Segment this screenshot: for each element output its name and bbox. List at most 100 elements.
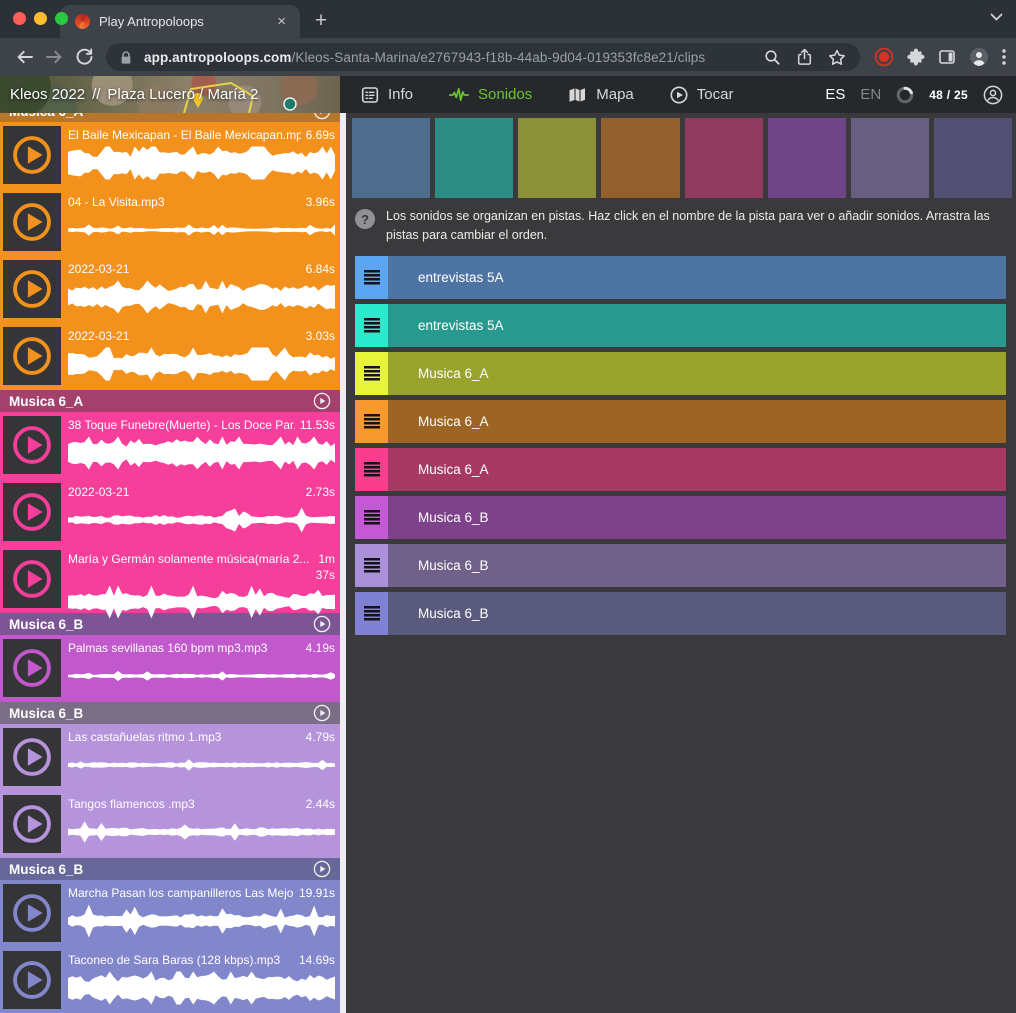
tab-info[interactable]: Info <box>361 86 413 104</box>
section-play-icon[interactable] <box>313 392 331 410</box>
audio-clip[interactable]: 2022-03-21 6.84s <box>0 256 340 323</box>
track-drag-handle[interactable] <box>355 352 388 395</box>
clip-play-tile[interactable] <box>3 884 61 942</box>
clip-header: 2022-03-21 6.84s <box>68 262 335 278</box>
close-tab-icon[interactable]: × <box>273 12 290 31</box>
section-play-icon[interactable] <box>313 860 331 878</box>
track-drag-handle[interactable] <box>355 304 388 347</box>
audio-clip[interactable]: María y Germán solamente música(maría 2.… <box>0 546 340 613</box>
track-name-bar[interactable]: Musica 6_A <box>388 352 1006 395</box>
audio-clip[interactable]: Taconeo de Sara Baras (128 kbps).mp3 14.… <box>0 947 340 1013</box>
clip-play-icon[interactable] <box>10 423 54 467</box>
audio-clip[interactable]: Las castañuelas ritmo 1.mp3 4.79s <box>0 724 340 791</box>
clip-play-icon[interactable] <box>10 200 54 244</box>
clip-play-icon[interactable] <box>10 802 54 846</box>
audio-clip[interactable]: Tangos flamencos .mp3 2.44s <box>0 791 340 858</box>
section-play-icon[interactable] <box>313 704 331 722</box>
clip-play-tile[interactable] <box>3 260 61 318</box>
track-name-bar[interactable]: Musica 6_A <box>388 448 1006 491</box>
profile-avatar-icon[interactable] <box>969 47 989 67</box>
extensions-puzzle-icon[interactable] <box>907 48 925 66</box>
clip-play-icon[interactable] <box>10 133 54 177</box>
clip-header: 2022-03-21 3.03s <box>68 329 335 345</box>
account-icon[interactable] <box>983 85 1003 105</box>
section-header[interactable]: Musica 6_A <box>0 390 340 412</box>
forward-icon[interactable] <box>40 43 68 71</box>
bookmark-star-icon[interactable] <box>828 49 846 66</box>
clip-play-icon[interactable] <box>10 490 54 534</box>
track-drag-handle[interactable] <box>355 400 388 443</box>
track-color-swatch[interactable] <box>518 118 596 198</box>
clip-play-icon[interactable] <box>10 557 54 601</box>
new-tab-button[interactable]: + <box>306 6 336 36</box>
side-panel-icon[interactable] <box>938 48 956 66</box>
language-en[interactable]: EN <box>860 86 881 103</box>
clip-play-icon[interactable] <box>10 267 54 311</box>
track-name-bar[interactable]: Musica 6_B <box>388 496 1006 539</box>
section-play-icon[interactable] <box>313 113 331 120</box>
page-zoom-icon[interactable] <box>764 49 781 66</box>
track-color-swatch[interactable] <box>768 118 846 198</box>
reload-icon[interactable] <box>70 43 98 71</box>
section-header[interactable]: Musica 6_B <box>0 702 340 724</box>
track-drag-handle[interactable] <box>355 544 388 587</box>
clip-play-tile[interactable] <box>3 639 61 697</box>
track-drag-handle[interactable] <box>355 448 388 491</box>
audio-clip[interactable]: 2022-03-21 3.03s <box>0 323 340 390</box>
breadcrumb-project[interactable]: Kleos 2022 <box>10 86 85 103</box>
audio-clip[interactable]: Marcha Pasan los campanilleros Las Mejor… <box>0 880 340 947</box>
clip-play-tile[interactable] <box>3 795 61 853</box>
tab-tocar[interactable]: Tocar <box>670 86 734 104</box>
track-drag-handle[interactable] <box>355 496 388 539</box>
minimize-window-button[interactable] <box>34 12 47 25</box>
audio-clip[interactable]: 38 Toque Funebre(Muerte) - Los Doce Par.… <box>0 412 340 479</box>
clip-play-tile[interactable] <box>3 193 61 251</box>
clip-play-icon[interactable] <box>10 958 54 1002</box>
clip-play-tile[interactable] <box>3 327 61 385</box>
track-color-swatch[interactable] <box>601 118 679 198</box>
share-icon[interactable] <box>796 48 813 66</box>
section-header[interactable]: Musica 6_B <box>0 858 340 880</box>
clip-play-tile[interactable] <box>3 416 61 474</box>
audio-clip[interactable]: Palmas sevillanas 160 bpm mp3.mp3 4.19s <box>0 635 340 702</box>
tab-sonidos[interactable]: Sonidos <box>449 86 532 104</box>
track-name-bar[interactable]: Musica 6_B <box>388 544 1006 587</box>
track-color-swatch[interactable] <box>685 118 763 198</box>
section-header[interactable]: Musica 6_A <box>0 113 340 122</box>
clip-play-tile[interactable] <box>3 483 61 541</box>
close-window-button[interactable] <box>13 12 26 25</box>
clip-play-icon[interactable] <box>10 646 54 690</box>
track-color-swatch[interactable] <box>352 118 430 198</box>
audio-clip[interactable]: El Baile Mexicapan - El Baile Mexicapan.… <box>0 122 340 189</box>
clip-play-tile[interactable] <box>3 126 61 184</box>
track-color-swatch[interactable] <box>435 118 513 198</box>
clip-play-tile[interactable] <box>3 550 61 608</box>
zoom-window-button[interactable] <box>55 12 68 25</box>
track-color-swatch[interactable] <box>934 118 1012 198</box>
clips-sidebar: Musica 6_A El Baile Mexicapan - El Baile… <box>0 113 340 1013</box>
address-bar[interactable]: app.antropoloops.com/Kleos-Santa-Marina/… <box>106 43 860 71</box>
clip-play-icon[interactable] <box>10 891 54 935</box>
track-name-bar[interactable]: entrevistas 5A <box>388 256 1006 299</box>
language-es[interactable]: ES <box>825 86 845 103</box>
track-drag-handle[interactable] <box>355 256 388 299</box>
back-icon[interactable] <box>10 43 38 71</box>
audio-clip[interactable]: 04 - La Visita.mp3 3.96s <box>0 189 340 256</box>
clip-play-icon[interactable] <box>10 334 54 378</box>
track-color-swatch[interactable] <box>851 118 929 198</box>
omnibox-actions <box>764 48 846 66</box>
record-extension-icon[interactable] <box>874 47 894 67</box>
clip-play-icon[interactable] <box>10 735 54 779</box>
menu-kebab-icon[interactable] <box>1002 49 1006 65</box>
browser-tab[interactable]: Play Antropoloops × <box>60 5 300 38</box>
audio-clip[interactable]: 2022-03-21 2.73s <box>0 479 340 546</box>
track-name-bar[interactable]: entrevistas 5A <box>388 304 1006 347</box>
tab-search-chevron-icon[interactable] <box>990 13 1003 22</box>
clip-play-tile[interactable] <box>3 951 61 1009</box>
track-drag-handle[interactable] <box>355 592 388 635</box>
breadcrumb[interactable]: Kleos 2022 // Plaza Lucero / María 2 <box>10 76 258 113</box>
tab-mapa[interactable]: Mapa <box>568 86 634 104</box>
clip-play-tile[interactable] <box>3 728 61 786</box>
track-name-bar[interactable]: Musica 6_A <box>388 400 1006 443</box>
track-name-bar[interactable]: Musica 6_B <box>388 592 1006 635</box>
